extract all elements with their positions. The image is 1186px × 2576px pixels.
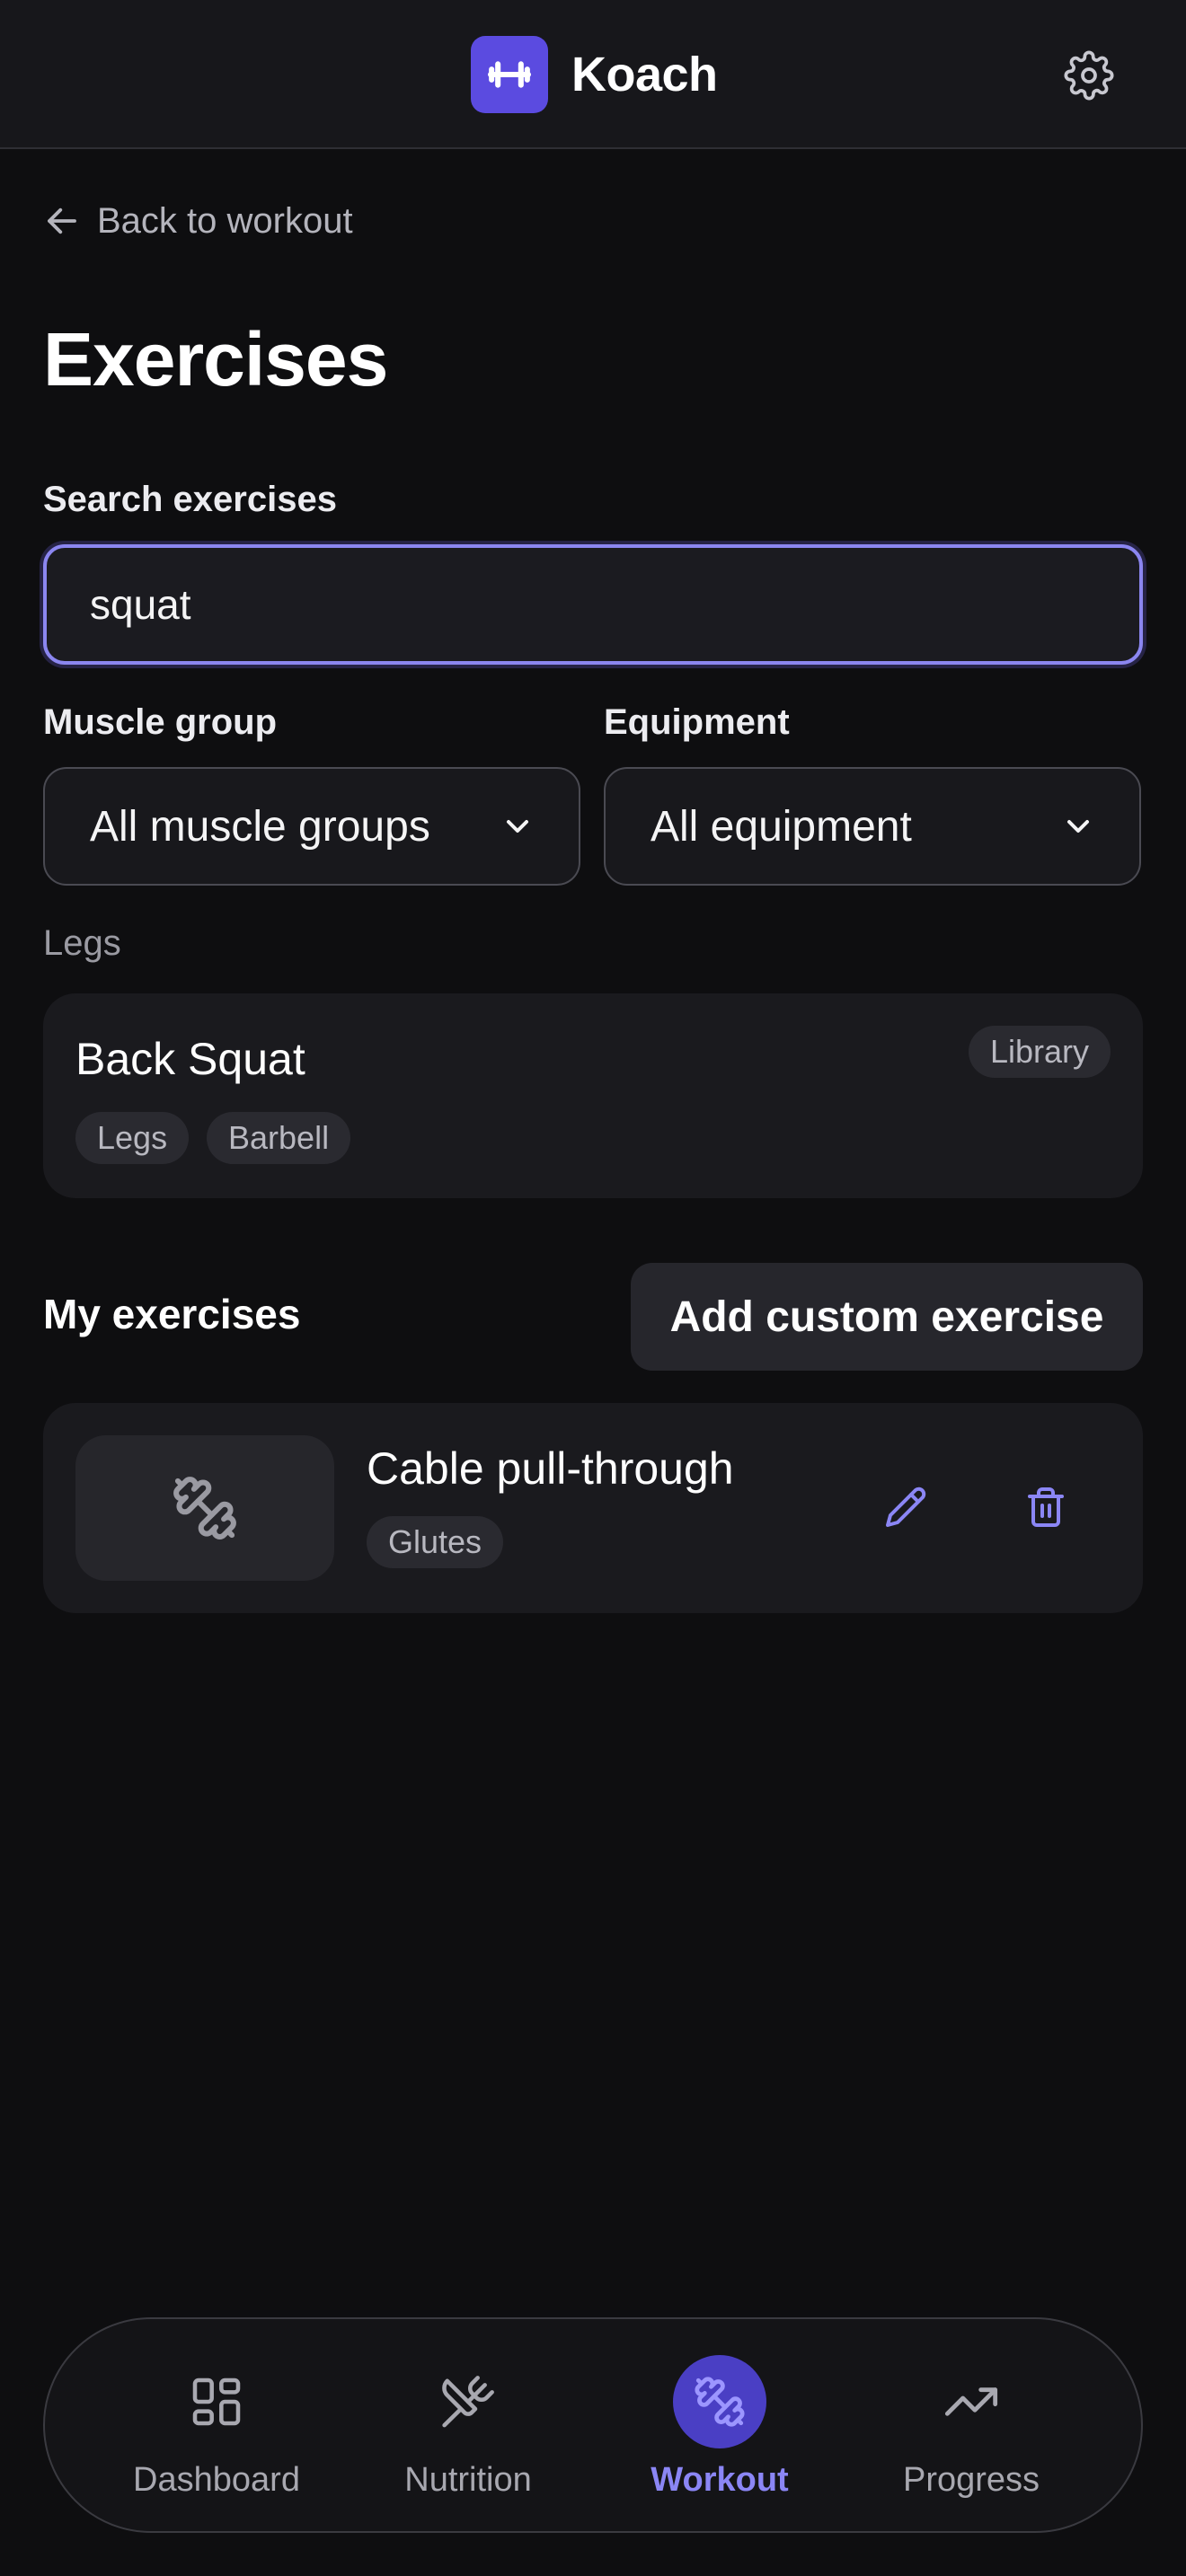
back-link-label: Back to workout <box>97 200 353 241</box>
nav-label-nutrition: Nutrition <box>404 2461 532 2499</box>
trash-icon <box>1028 1487 1064 1527</box>
equipment-label: Equipment <box>604 702 790 742</box>
arrow-left-icon <box>48 207 76 234</box>
add-custom-exercise-button[interactable]: Add custom exercise <box>631 1263 1143 1371</box>
search-label: Search exercises <box>43 480 337 519</box>
page-title: Exercises <box>43 317 388 401</box>
delete-button[interactable] <box>1012 1473 1080 1541</box>
dashboard-icon <box>170 2355 263 2448</box>
fork-knife-icon <box>421 2355 515 2448</box>
nav-item-dashboard[interactable]: Dashboard <box>109 2319 324 2535</box>
back-to-workout-link[interactable]: Back to workout <box>43 194 353 248</box>
muscle-group-label: Muscle group <box>43 702 278 742</box>
brand[interactable]: Koach <box>471 36 718 113</box>
app-header: Koach <box>0 0 1186 149</box>
nav-item-nutrition[interactable]: Nutrition <box>360 2319 576 2535</box>
exercise-card-back-squat[interactable]: Back Squat Library Legs Barbell <box>43 993 1143 1198</box>
dumbbell-icon <box>173 1477 236 1539</box>
nav-label-progress: Progress <box>902 2461 1040 2499</box>
muscle-group-select[interactable]: All muscle groups <box>43 767 580 886</box>
app-name: Koach <box>571 48 718 101</box>
chevron-down-icon <box>507 820 528 833</box>
search-input[interactable] <box>43 544 1143 665</box>
chevron-down-icon <box>1067 820 1089 833</box>
dumbbell-icon <box>673 2355 766 2448</box>
custom-exercise-card-cable-pull-through[interactable]: Cable pull-through Glutes <box>43 1403 1143 1613</box>
nav-label-dashboard: Dashboard <box>133 2461 300 2499</box>
bottom-navigation: Dashboard Nutrition Workout Progress <box>43 2317 1143 2533</box>
gear-icon <box>1064 50 1114 101</box>
muscle-group-value: All muscle groups <box>90 802 430 851</box>
my-exercises-title: My exercises <box>43 1291 301 1337</box>
custom-exercise-title: Cable pull-through <box>367 1443 734 1494</box>
dumbbell-icon <box>471 36 548 113</box>
nav-label-workout: Workout <box>651 2461 789 2499</box>
nav-item-workout[interactable]: Workout <box>612 2319 828 2535</box>
settings-button[interactable] <box>1057 47 1121 104</box>
library-badge: Library <box>968 1026 1111 1078</box>
equipment-select[interactable]: All equipment <box>604 767 1141 886</box>
pencil-icon <box>886 1486 926 1527</box>
group-label-legs: Legs <box>43 923 121 963</box>
tag-barbell: Barbell <box>207 1112 351 1164</box>
tag-glutes: Glutes <box>367 1516 504 1568</box>
tag-legs: Legs <box>75 1112 190 1164</box>
edit-button[interactable] <box>872 1473 940 1541</box>
trending-up-icon <box>925 2355 1018 2448</box>
nav-item-progress[interactable]: Progress <box>863 2319 1079 2535</box>
equipment-value: All equipment <box>651 802 912 851</box>
exercise-thumbnail <box>75 1435 334 1581</box>
exercise-title: Back Squat <box>75 1034 305 1084</box>
